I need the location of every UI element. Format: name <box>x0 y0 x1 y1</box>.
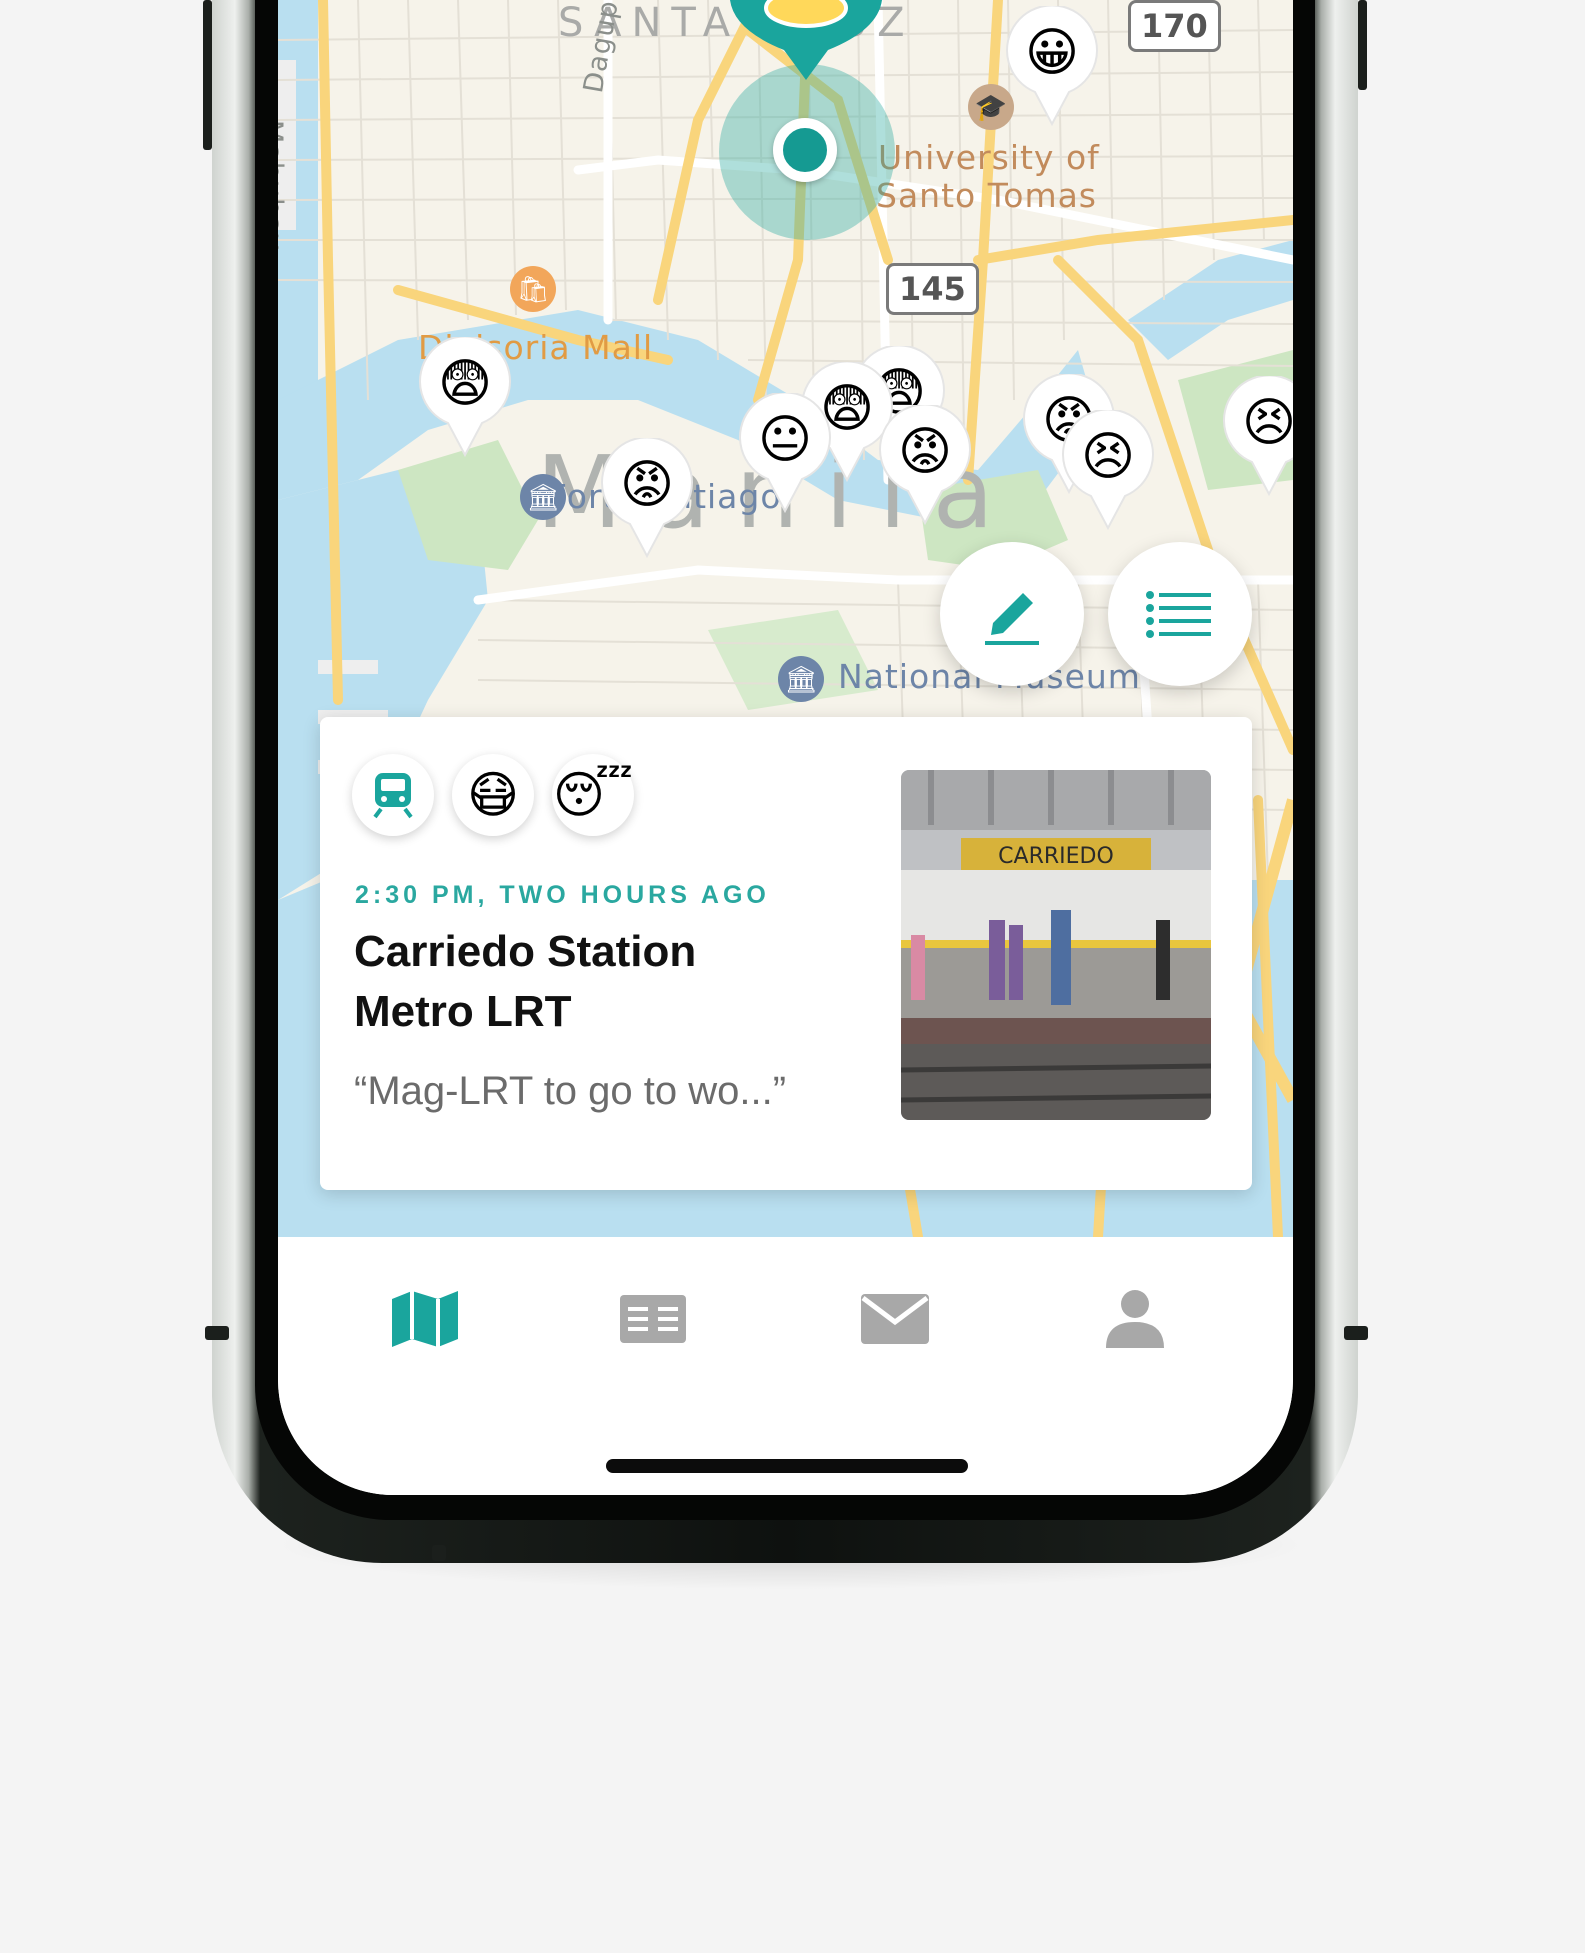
report-title: Carriedo Station Metro LRT <box>354 927 697 1036</box>
report-photo: CARRIEDO <box>901 770 1211 1120</box>
antenna-band-left <box>205 1326 229 1340</box>
pin-emoji: 😣 <box>1080 428 1136 486</box>
pin-emoji: 😨 <box>437 355 493 413</box>
report-time: 2:30 PM, TWO HOURS AGO <box>355 881 770 909</box>
list-icon <box>1146 591 1211 638</box>
shopping-bag-icon: 🛍 <box>510 266 556 312</box>
compose-button[interactable] <box>940 542 1084 686</box>
pin-emoji: 😀 <box>1024 24 1080 82</box>
side-button-left <box>203 0 212 150</box>
road-shield-170: 170 <box>1128 0 1221 52</box>
newspaper-icon <box>620 1295 686 1343</box>
pencil-icon <box>985 593 1039 645</box>
train-icon <box>373 773 413 819</box>
tab-profile[interactable] <box>1090 1279 1180 1359</box>
emoji-pin[interactable]: 😡 <box>600 438 694 558</box>
mail-icon <box>861 1294 929 1344</box>
home-indicator <box>606 1459 968 1473</box>
pin-emoji: 😡 <box>619 456 675 514</box>
tab-map[interactable] <box>380 1279 470 1359</box>
sleepy-face-icon: 😴 <box>552 754 634 836</box>
pin-emoji: 😡 <box>897 423 953 481</box>
report-quote: “Mag-LRT to go to wo...” <box>354 1069 787 1113</box>
list-view-button[interactable] <box>1108 542 1252 686</box>
current-location-dot <box>773 118 837 182</box>
person-icon <box>1106 1290 1164 1348</box>
map-icon <box>392 1291 458 1347</box>
phone-screen: Manila SANTA CRUZ University of Santo To… <box>278 0 1293 1495</box>
side-button-right <box>1358 0 1367 90</box>
tab-feed[interactable] <box>608 1279 698 1359</box>
emoji-pin[interactable]: 😀 <box>1005 6 1099 126</box>
antenna-band-right <box>1344 1326 1368 1340</box>
emoji-pin[interactable]: 😨 <box>418 337 512 457</box>
pin-emoji: 😐 <box>757 411 813 469</box>
emoji-pin[interactable]: 😐 <box>738 393 832 513</box>
museum-icon: 🏛 <box>520 474 566 520</box>
poi-label-university-2: Santo Tomas <box>876 176 1098 215</box>
museum-icon: 🏛 <box>778 656 824 702</box>
report-preview-card[interactable]: 😷 😴 2:30 PM, TWO HOURS AGO Carriedo Stat… <box>320 717 1252 1190</box>
tab-messages[interactable] <box>850 1279 940 1359</box>
selected-pin-marker[interactable] <box>728 0 884 80</box>
mask-face-icon: 😷 <box>452 754 534 836</box>
emoji-pin[interactable]: 😡 <box>878 405 972 525</box>
emoji-pin[interactable]: 😣 <box>1061 410 1155 530</box>
photo-sign: CARRIEDO <box>998 844 1114 869</box>
antenna-band-bottom <box>432 1545 446 1561</box>
poi-label-university-1: University of <box>878 138 1100 177</box>
map-view[interactable]: Manila SANTA CRUZ University of Santo To… <box>278 0 1293 1237</box>
train-chip <box>352 754 434 836</box>
road-shield-145: 145 <box>886 263 979 315</box>
street-label-mabuhay: Mabuhay <box>278 120 288 251</box>
bottom-tab-bar <box>278 1237 1293 1495</box>
emoji-pin[interactable]: 😣 <box>1222 376 1293 496</box>
